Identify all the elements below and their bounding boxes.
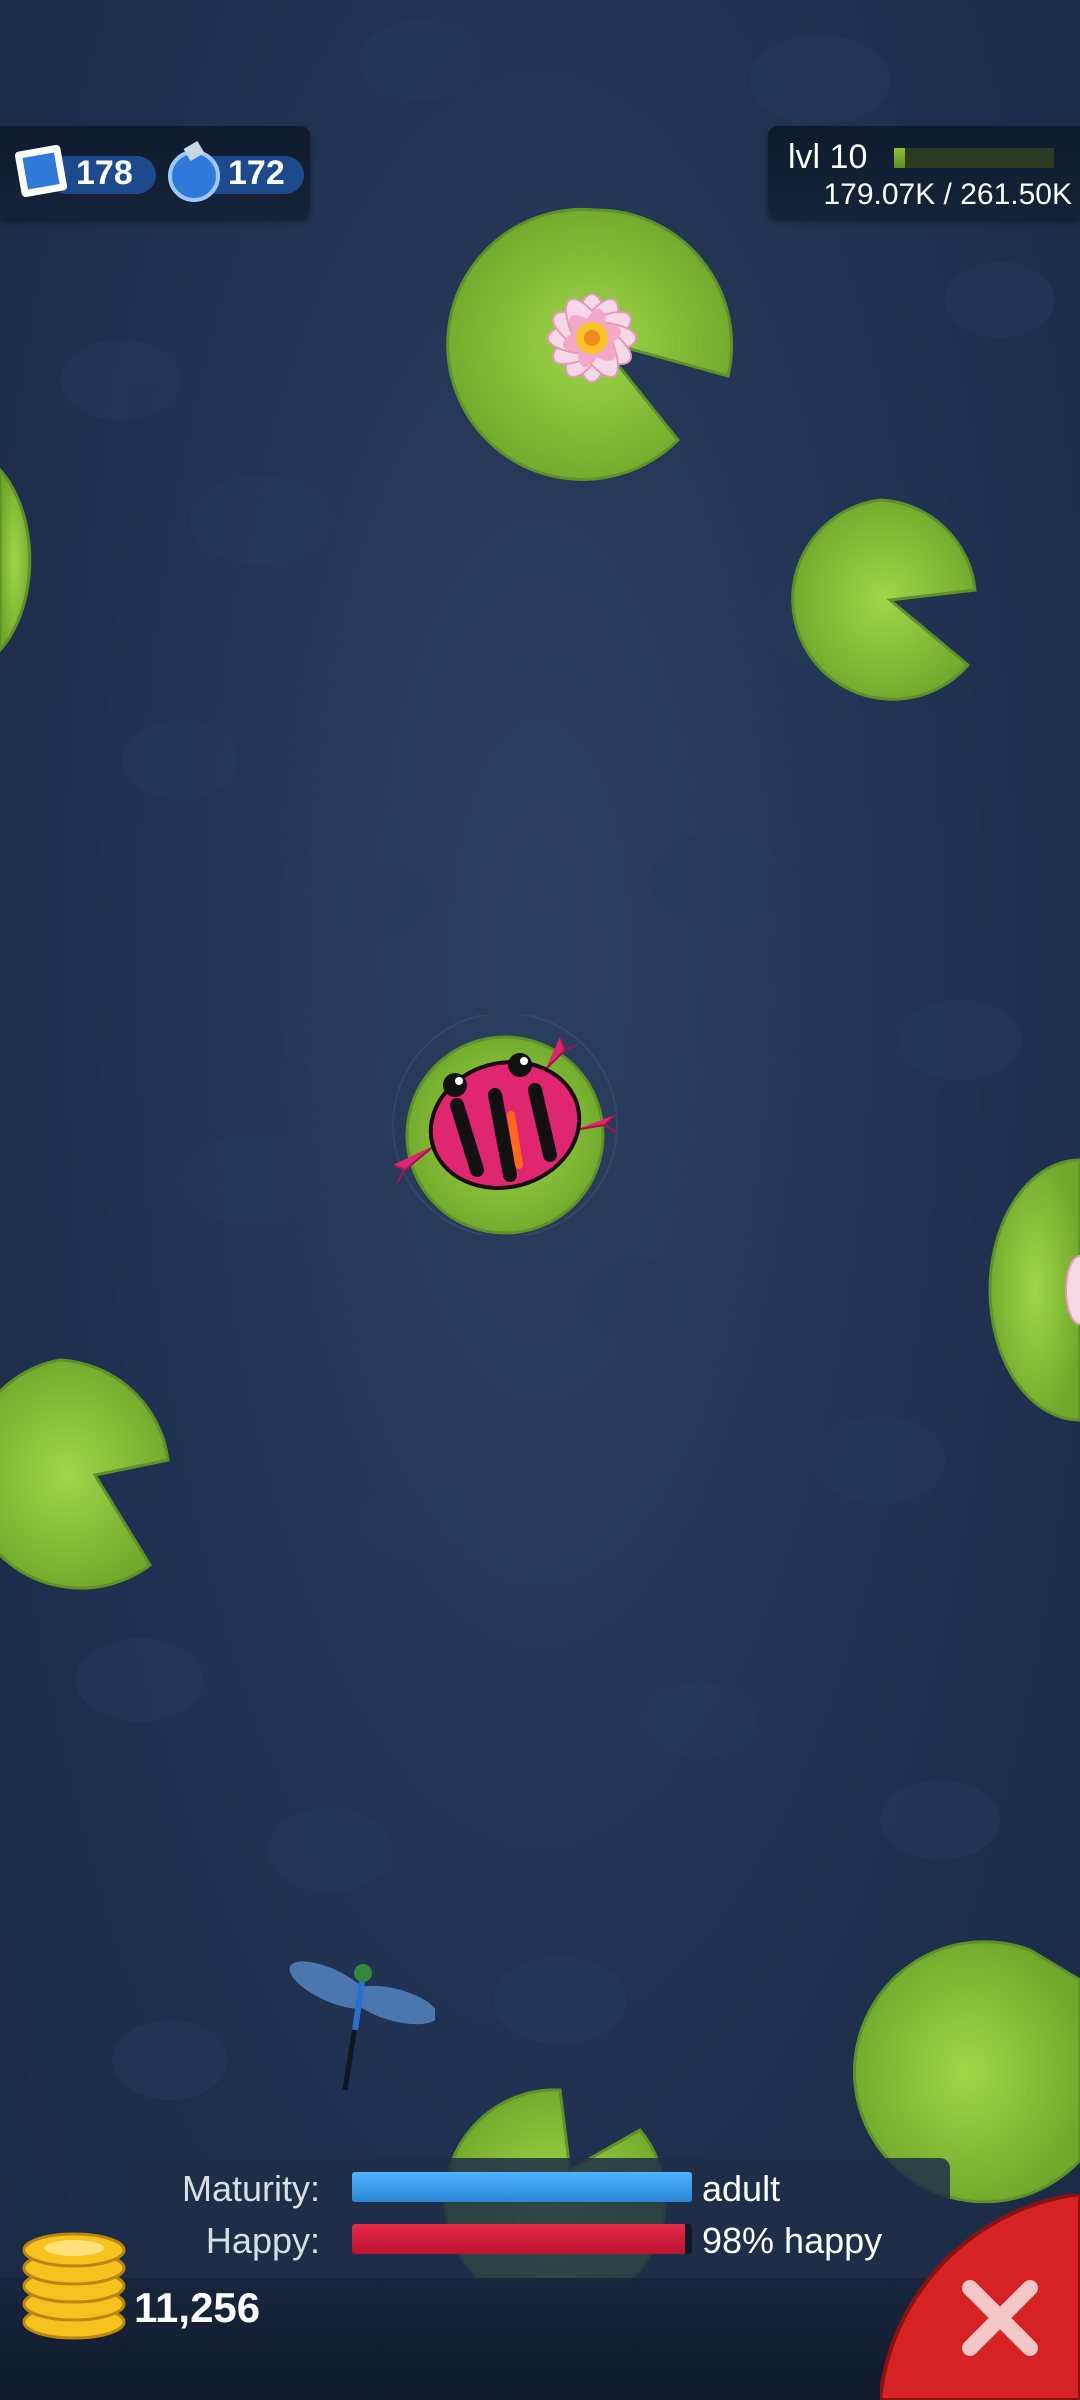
close-button[interactable] [880,2194,1080,2400]
maturity-value: adult [702,2168,781,2209]
water-lily-flower-icon [1065,1255,1080,1325]
lily-pad [0,467,32,653]
pond-scene[interactable]: 178 172 lvl 10 179.07K / 261.50K Maturit… [0,0,1080,2400]
water-lily-flower-icon [547,293,637,383]
level-panel[interactable]: lvl 10 179.07K / 261.50K [768,126,1080,218]
happy-bar [352,2224,692,2254]
pet-status-panel: Maturity: adult Happy: 98% happy [130,2158,950,2282]
potions-count: 172 [228,154,285,192]
stamp-icon[interactable] [6,136,76,206]
potion-icon[interactable] [158,136,228,206]
stamps-count: 178 [76,154,133,192]
maturity-label: Maturity: [181,2168,320,2209]
lily-pad [0,1358,170,1590]
maturity-bar [352,2172,692,2202]
happy-label: Happy: [205,2220,320,2261]
level-label: lvl 10 [788,138,868,176]
currency-panel: 178 172 [0,126,310,218]
xp-progress-fill [894,148,906,168]
coin-stack-icon[interactable] [18,2214,130,2344]
happy-bar-fill [352,2224,686,2254]
lily-pad [791,498,977,701]
dragonfly-icon[interactable] [285,1935,435,2095]
xp-text: 179.07K / 261.50K [823,178,1072,211]
frog-pet[interactable] [385,1015,625,1235]
maturity-bar-fill [352,2172,692,2202]
coin-amount: 11,256 [134,2284,261,2331]
xp-progress-bar [894,148,1054,168]
happy-value: 98% happy [702,2220,883,2261]
